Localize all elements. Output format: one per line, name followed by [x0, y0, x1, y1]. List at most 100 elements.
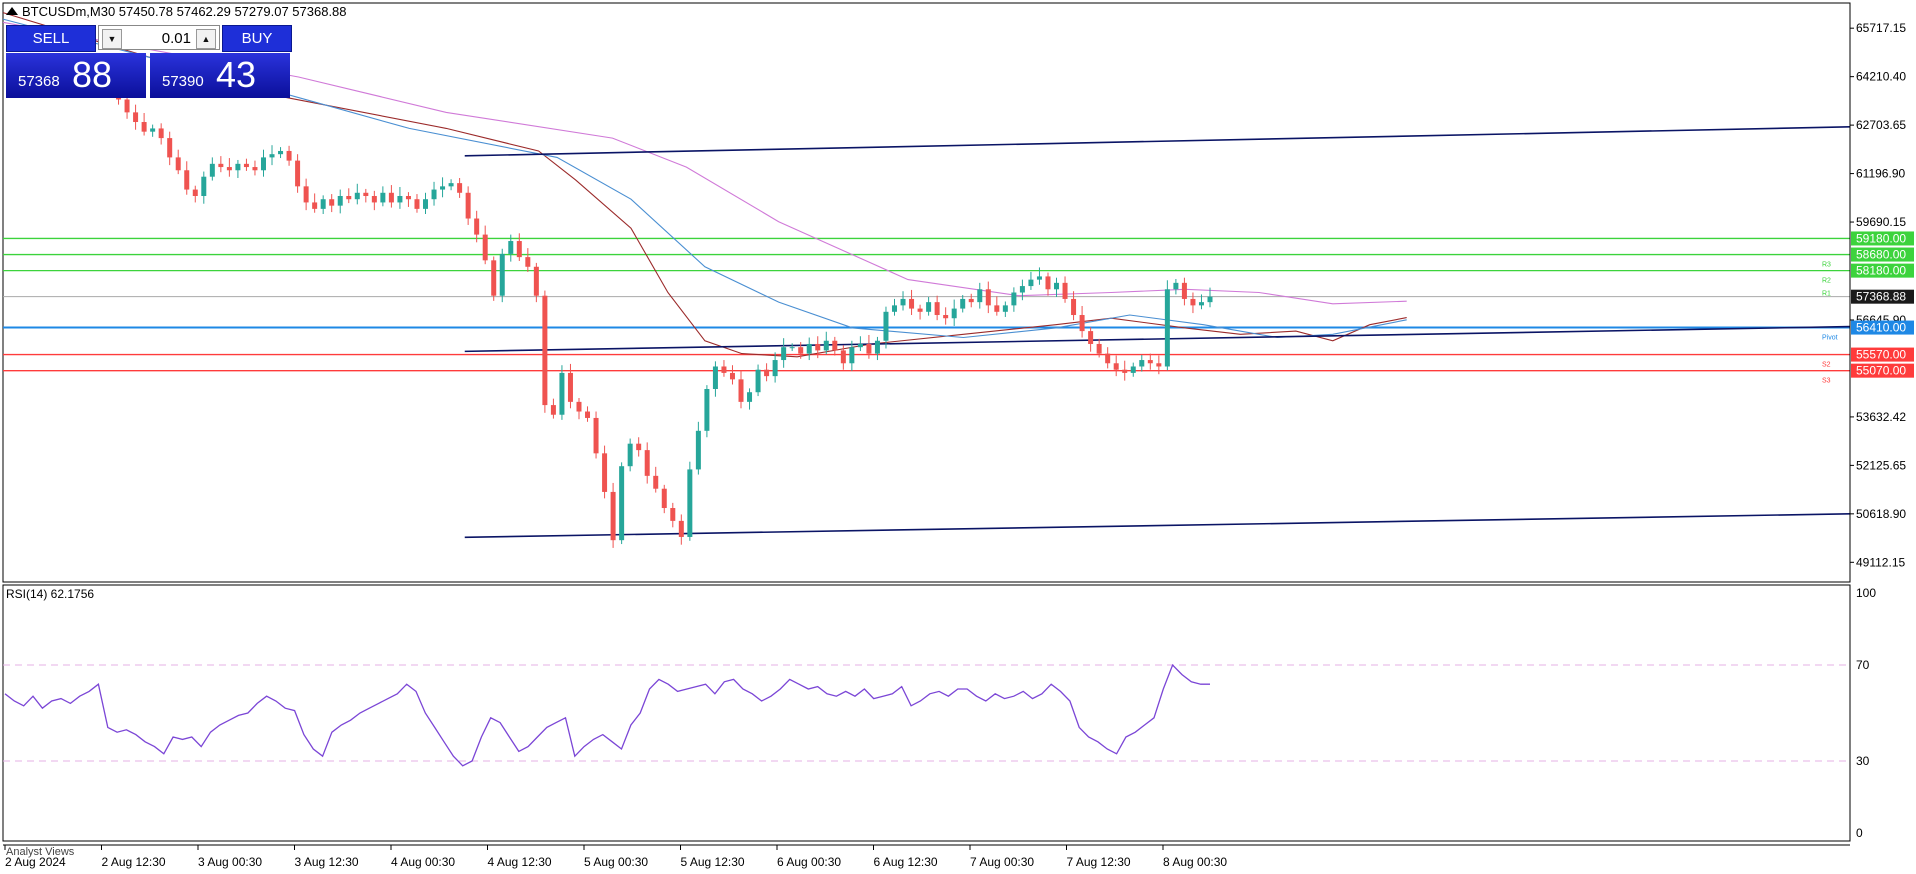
candle-body: [1045, 276, 1051, 290]
candle-body: [687, 469, 693, 537]
candle-body: [363, 192, 369, 196]
candle-body: [1088, 331, 1094, 344]
candle-body: [1028, 279, 1034, 287]
candle-body: [1036, 276, 1042, 280]
candle-body: [252, 167, 258, 171]
candle-body: [985, 289, 991, 306]
price-tick-label: 53632.42: [1856, 410, 1906, 424]
candle-body: [1011, 292, 1017, 306]
lot-size-control: ▼ ▲: [98, 25, 220, 50]
buy-button[interactable]: BUY: [222, 25, 292, 52]
candle-body: [789, 347, 795, 349]
candle-body: [516, 241, 522, 258]
time-label: 5 Aug 00:30: [584, 855, 648, 869]
time-label: 5 Aug 12:30: [681, 855, 745, 869]
candle-body: [644, 450, 650, 476]
buy-quote[interactable]: 57390 43: [150, 53, 290, 98]
candle-body: [960, 298, 966, 309]
candle-body: [1062, 282, 1068, 299]
level-tag: Pivot: [1822, 335, 1838, 342]
buy-price-pips: 43: [216, 54, 257, 95]
candle-body: [729, 372, 735, 380]
one-click-trading-panel: SELL ▼ ▲ BUY 57368 88 57390 43: [6, 25, 292, 98]
time-label: 4 Aug 12:30: [488, 855, 552, 869]
rsi-title: RSI(14) 62.1756: [6, 587, 94, 601]
candle-body: [1139, 360, 1145, 367]
candle-body: [909, 298, 915, 309]
rsi-level-label: 70: [1856, 658, 1870, 672]
candle-body: [593, 417, 599, 454]
analyst-views-tab[interactable]: Analyst Views: [6, 846, 75, 858]
candle-body: [303, 186, 309, 203]
level-tag: S2: [1822, 362, 1831, 369]
candle-body: [508, 241, 514, 254]
lot-size-input[interactable]: [125, 29, 191, 47]
candle-body: [891, 305, 897, 312]
time-label: 2 Aug 12:30: [102, 855, 166, 869]
candle-body: [337, 196, 343, 206]
candle-body: [533, 266, 539, 296]
candle-body: [943, 315, 949, 319]
candle-body: [1079, 315, 1085, 332]
candle-body: [1096, 343, 1102, 354]
price-tick-label: 65717.15: [1856, 21, 1906, 35]
candle-body: [482, 234, 488, 261]
lot-decrease-icon[interactable]: ▼: [102, 29, 122, 49]
candle-body: [465, 192, 471, 219]
candle-body: [840, 350, 846, 364]
time-label: 3 Aug 12:30: [295, 855, 359, 869]
price-tick-label: 49112.15: [1856, 555, 1905, 569]
candle-body: [457, 183, 463, 193]
candle-body: [1173, 282, 1179, 290]
current-price-label: 57368.88: [1856, 290, 1906, 304]
candle-body: [619, 466, 625, 541]
price-axis: 65717.15 64210.40 62703.65 61196.90 59690.15…: [1849, 3, 1914, 582]
candle-body: [405, 196, 411, 200]
buy-price-prefix: 57390: [162, 73, 204, 90]
price-tick-label: 59690.15: [1856, 215, 1906, 229]
candle-body: [124, 99, 130, 113]
candle-body: [286, 150, 292, 161]
candle-body: [883, 311, 889, 341]
candle-body: [1122, 369, 1128, 373]
sell-price-prefix: 57368: [18, 73, 60, 90]
price-tick-label: 61196.90: [1856, 167, 1905, 181]
candle-body: [781, 347, 787, 361]
trading-chart[interactable]: R3R2R1PivotS2S3 10070300 65717.1564210.4…: [0, 0, 1916, 874]
price-tick-label: 64210.40: [1856, 70, 1906, 84]
level-price-label: 58180.00: [1856, 264, 1906, 278]
candle-body: [747, 392, 753, 402]
candle-body: [354, 192, 360, 200]
candle-body: [576, 401, 582, 412]
candle-body: [934, 302, 940, 316]
rsi-level-label: 100: [1856, 586, 1876, 600]
time-label: 6 Aug 00:30: [777, 855, 841, 869]
candle-body: [1207, 296, 1213, 303]
candle-body: [1071, 298, 1077, 316]
candle-body: [806, 343, 812, 354]
candle-body: [150, 128, 156, 132]
sell-quote[interactable]: 57368 88: [6, 53, 146, 98]
candle-body: [499, 253, 505, 296]
candle-body: [184, 170, 190, 190]
candle-body: [951, 308, 957, 319]
candle-body: [738, 379, 744, 402]
candle-body: [431, 189, 437, 200]
time-label: 4 Aug 00:30: [391, 855, 455, 869]
candle-body: [1113, 363, 1119, 370]
candle-body: [585, 411, 591, 418]
price-tick-label: 62703.65: [1856, 118, 1906, 132]
candle-body: [636, 443, 642, 451]
candle-body: [764, 369, 770, 377]
candle-body: [977, 289, 983, 303]
candle-body: [1002, 305, 1008, 312]
level-price-label: 58680.00: [1856, 248, 1906, 262]
candle-body: [704, 389, 710, 431]
lot-increase-icon[interactable]: ▲: [196, 29, 216, 49]
candle-body: [491, 260, 497, 296]
candle-body: [670, 508, 676, 521]
sell-button[interactable]: SELL: [6, 25, 96, 52]
candle-body: [1019, 286, 1025, 293]
candle-body: [295, 160, 301, 187]
level-tag: R2: [1822, 278, 1831, 285]
